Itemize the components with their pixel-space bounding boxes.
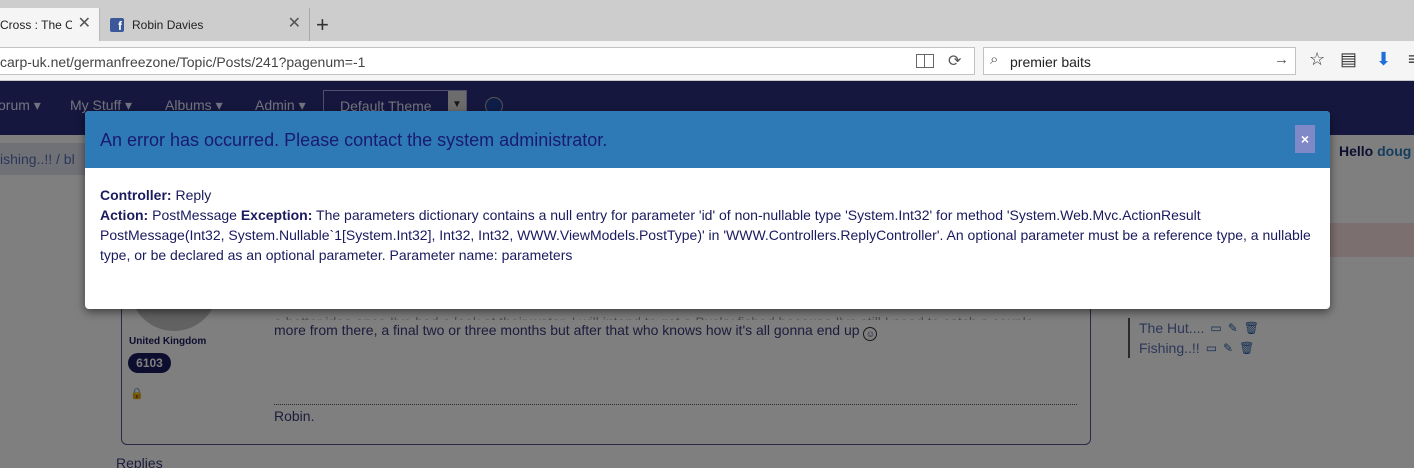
exception-label: Exception: — [240, 207, 313, 223]
close-icon[interactable]: ✕ — [78, 16, 91, 32]
tab-carp-uk[interactable]: Cross : The Of ✕ — [0, 8, 100, 41]
close-button[interactable]: × — [1295, 125, 1315, 153]
facebook-icon: f — [110, 17, 124, 32]
navigation-bar: carp-uk.net/germanfreezone/Topic/Posts/2… — [0, 41, 1414, 81]
address-bar[interactable]: carp-uk.net/germanfreezone/Topic/Posts/2… — [0, 47, 975, 75]
controller-label: Controller: — [100, 187, 172, 203]
star-icon[interactable]: ☆ — [1309, 50, 1325, 68]
menu-icon[interactable]: ≡ — [1408, 50, 1414, 68]
error-modal: An error has occurred. Please contact th… — [85, 111, 1330, 309]
action-label: Action: — [100, 207, 149, 223]
action-value: PostMessage — [152, 207, 237, 223]
exception-details: Action: PostMessage Exception: The param… — [100, 205, 1315, 265]
tab-title: Robin Davies — [132, 17, 204, 32]
close-icon[interactable]: ✕ — [288, 16, 301, 32]
reading-list-icon[interactable]: ▤ — [1340, 50, 1357, 68]
search-icon: ⌕ — [990, 51, 999, 68]
reader-view-icon[interactable] — [916, 54, 934, 68]
controller-line: Controller: Reply — [100, 185, 1315, 205]
reload-icon[interactable]: ⟳ — [948, 51, 961, 71]
modal-header: An error has occurred. Please contact th… — [85, 111, 1330, 168]
tab-title: Cross : The Of — [0, 17, 72, 32]
url-text: carp-uk.net/germanfreezone/Topic/Posts/2… — [0, 54, 366, 70]
search-input[interactable]: ⌕ premier baits → — [983, 47, 1296, 75]
arrow-right-icon[interactable]: → — [1274, 51, 1289, 68]
controller-value: Reply — [175, 187, 212, 203]
download-icon[interactable]: ⬇ — [1376, 50, 1391, 68]
tab-facebook[interactable]: f Robin Davies ✕ — [102, 8, 310, 41]
modal-title: An error has occurred. Please contact th… — [100, 130, 608, 150]
search-value: premier baits — [1010, 54, 1091, 70]
new-tab-button[interactable]: + — [316, 14, 329, 36]
modal-body: Controller: Reply Action: PostMessage Ex… — [100, 185, 1315, 265]
tab-bar: Cross : The Of ✕ f Robin Davies ✕ + — [0, 0, 1414, 41]
